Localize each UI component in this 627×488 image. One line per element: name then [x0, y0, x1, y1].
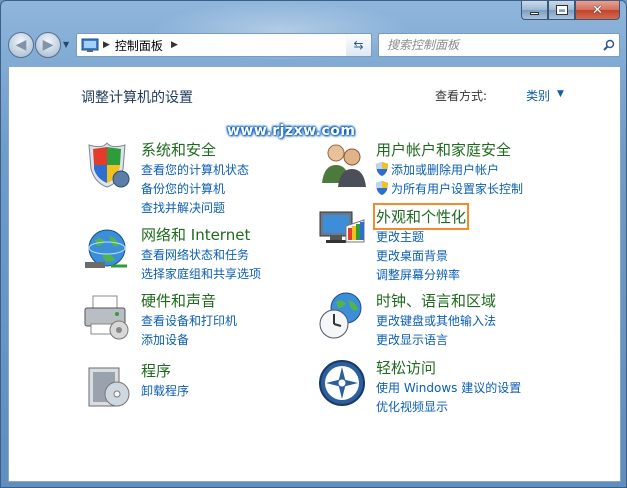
- forward-button[interactable]: ▶: [35, 32, 61, 58]
- category-clock-region: 时钟、语言和区域 更改键盘或其他输入法 更改显示语言: [316, 290, 576, 350]
- link-change-theme[interactable]: 更改主题: [376, 228, 424, 245]
- link-devices-printers[interactable]: 查看设备和打印机: [141, 312, 237, 329]
- link-backup-computer[interactable]: 备份您的计算机: [141, 180, 225, 197]
- link-change-display-language[interactable]: 更改显示语言: [376, 331, 448, 348]
- uac-shield-icon: [376, 162, 388, 176]
- back-button[interactable]: ◀: [8, 32, 34, 58]
- close-icon: ✕: [592, 2, 603, 18]
- users-icon: [322, 144, 366, 187]
- page-title: 调整计算机的设置: [81, 90, 193, 106]
- link-check-computer-status[interactable]: 查看您的计算机状态: [141, 161, 249, 178]
- category-appearance: 外观和个性化 更改主题 更改桌面背景 调整屏幕分辨率: [316, 203, 576, 282]
- navigation-bar: ◀ ▶ ▼ ▶ 控制面板 ▶ ▼ ⇆: [8, 30, 620, 60]
- category-title[interactable]: 硬件和声音: [141, 290, 216, 311]
- category-user-accounts: 用户帐户和家庭安全 添加或删除用户帐户 为所有用户设置家长控制: [316, 139, 576, 197]
- breadcrumb-chevron-icon[interactable]: ▶: [171, 40, 178, 50]
- link-homegroup-sharing[interactable]: 选择家庭组和共享选项: [141, 265, 261, 282]
- back-arrow-icon: ◀: [15, 37, 27, 53]
- category-title[interactable]: 轻松访问: [376, 357, 436, 378]
- forward-arrow-icon: ▶: [42, 37, 54, 53]
- breadcrumb-control-panel[interactable]: 控制面板: [115, 37, 163, 54]
- link-troubleshoot[interactable]: 查找并解决问题: [141, 199, 225, 216]
- link-windows-recommended-settings[interactable]: 使用 Windows 建议的设置: [376, 379, 521, 396]
- link-optimize-visual-display[interactable]: 优化视频显示: [376, 398, 448, 415]
- minimize-button[interactable]: [521, 1, 548, 20]
- category-title[interactable]: 程序: [141, 360, 171, 381]
- search-box[interactable]: [378, 33, 620, 57]
- link-adjust-resolution[interactable]: 调整屏幕分辨率: [376, 266, 460, 283]
- view-by-dropdown[interactable]: 类别: [526, 87, 550, 104]
- category-hardware-sound: 硬件和声音 查看设备和打印机 添加设备: [81, 290, 301, 350]
- category-title[interactable]: 时钟、语言和区域: [376, 290, 496, 311]
- category-title[interactable]: 网络和 Internet: [141, 224, 250, 245]
- category-system-security: 系统和安全 查看您的计算机状态 备份您的计算机 查找并解决问题: [81, 139, 301, 215]
- breadcrumb-separator-icon[interactable]: ▶: [103, 40, 110, 50]
- shield-icon: [88, 142, 130, 188]
- display-palette-icon: [319, 211, 365, 243]
- view-by-caret-icon[interactable]: ▼: [557, 89, 564, 99]
- uac-shield-icon: [376, 181, 388, 195]
- window-frame: ✕ ◀ ▶ ▼ ▶ 控制面板 ▶ ▼ ⇆ 调整计算机的设置 查看方式: 类别: [0, 0, 627, 488]
- address-bar[interactable]: ▶ 控制面板 ▶ ▼: [76, 33, 372, 57]
- category-title[interactable]: 系统和安全: [141, 139, 216, 160]
- close-button[interactable]: ✕: [575, 1, 620, 20]
- content-pane: 调整计算机的设置 查看方式: 类别 ▼ www.rjzxw.com 系统和安全 …: [8, 66, 621, 482]
- category-programs: 程序 卸载程序: [81, 360, 301, 410]
- link-uninstall-program[interactable]: 卸载程序: [141, 382, 189, 399]
- link-add-device[interactable]: 添加设备: [141, 331, 189, 348]
- watermark: www.rjzxw.com: [227, 123, 356, 139]
- link-parental-controls[interactable]: 为所有用户设置家长控制: [376, 180, 523, 197]
- link-text[interactable]: 添加或删除用户帐户: [391, 163, 499, 177]
- control-panel-icon: [81, 38, 99, 52]
- minimize-icon: [530, 11, 539, 15]
- link-change-keyboard[interactable]: 更改键盘或其他输入法: [376, 312, 496, 329]
- search-input[interactable]: [379, 38, 599, 52]
- maximize-icon: [555, 5, 568, 15]
- category-ease-of-access: 轻松访问 使用 Windows 建议的设置 优化视频显示: [316, 357, 576, 415]
- maximize-button[interactable]: [548, 1, 575, 20]
- link-text[interactable]: 为所有用户设置家长控制: [391, 182, 523, 196]
- search-icon[interactable]: [599, 35, 619, 55]
- recent-pages-dropdown[interactable]: ▼: [63, 40, 73, 50]
- programs-box-icon: [88, 367, 130, 407]
- link-add-remove-accounts[interactable]: 添加或删除用户帐户: [376, 161, 499, 178]
- printer-icon: [84, 295, 129, 340]
- refresh-icon: ⇆: [353, 38, 364, 52]
- view-by-label: 查看方式:: [435, 89, 488, 103]
- caption-buttons: ✕: [521, 1, 620, 20]
- clock-globe-icon: [319, 292, 362, 339]
- category-network-internet: 网络和 Internet 查看网络状态和任务 选择家庭组和共享选项: [81, 224, 301, 284]
- network-globe-icon: [85, 229, 127, 268]
- category-title[interactable]: 用户帐户和家庭安全: [376, 139, 511, 160]
- link-view-network-status[interactable]: 查看网络状态和任务: [141, 246, 249, 263]
- refresh-button[interactable]: ⇆: [346, 33, 372, 57]
- ease-of-access-icon: [319, 360, 365, 406]
- category-title[interactable]: 外观和个性化: [372, 203, 470, 230]
- link-change-desktop-background[interactable]: 更改桌面背景: [376, 247, 448, 264]
